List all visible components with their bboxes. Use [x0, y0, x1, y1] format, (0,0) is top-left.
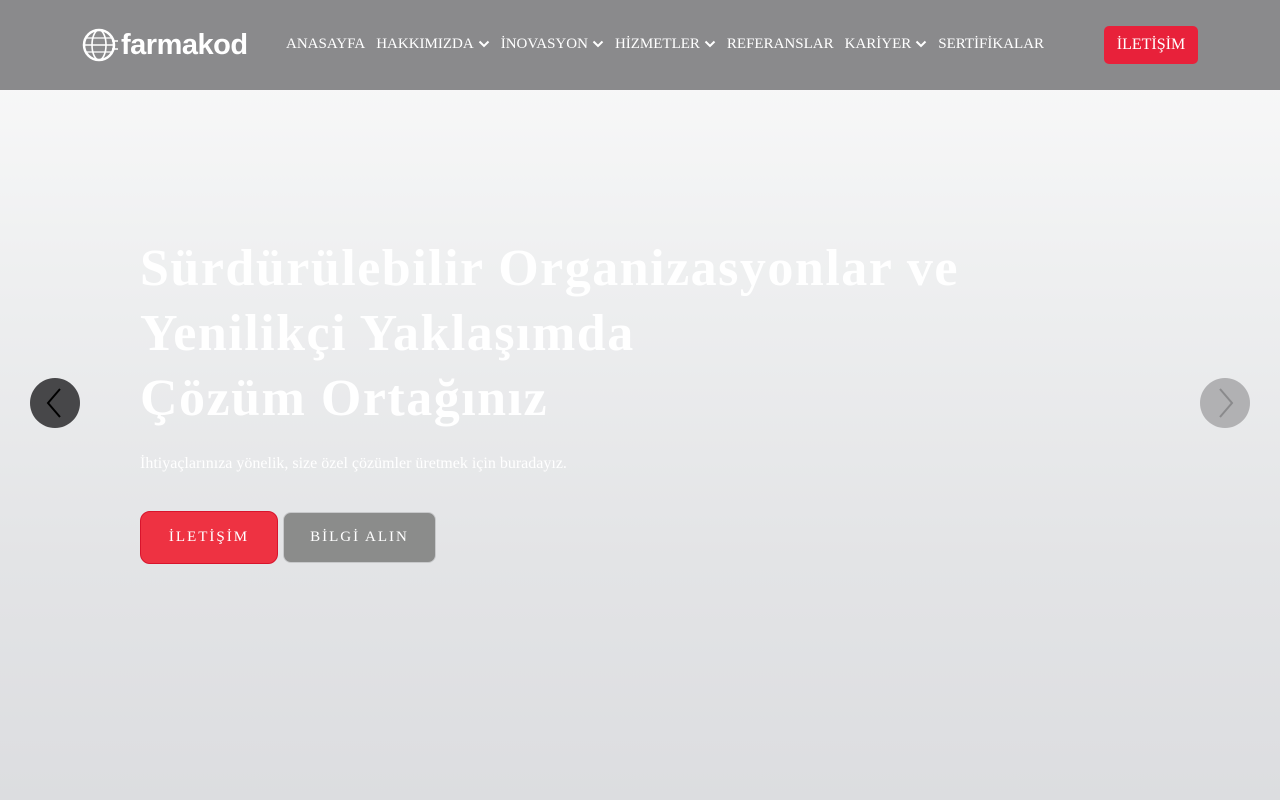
- chevron-down-icon: [478, 40, 489, 48]
- nav-item-label: HİZMETLER: [614, 36, 700, 52]
- chevron-right-icon: [1219, 388, 1234, 418]
- carousel-prev-button[interactable]: [30, 378, 80, 428]
- chevron-left-icon: [46, 388, 61, 418]
- hero-title: Sürdürülebilir Organizasyonlar ve Yenili…: [140, 236, 1040, 431]
- nav-item-label: SERTİFİKALAR: [938, 36, 1045, 52]
- chevron-down-icon: [592, 40, 604, 48]
- header-contact-button[interactable]: İLETİŞİM: [1104, 26, 1198, 64]
- nav-item-anasayfa[interactable]: ANASAYFA: [286, 34, 365, 54]
- logo-globe-icon: [82, 28, 118, 62]
- main-nav: ANASAYFA HAKKIMIZDA İNOVASYON HİZMETLER …: [286, 34, 1044, 54]
- logo-text: farmakod: [121, 29, 248, 61]
- nav-item-label: REFERANSLAR: [726, 36, 834, 52]
- site-header: farmakod ANASAYFA HAKKIMIZDA İNOVASYON H…: [0, 0, 1280, 90]
- chevron-down-icon: [704, 40, 716, 48]
- nav-item-label: KARİYER: [844, 36, 912, 52]
- nav-item-label: ANASAYFA: [286, 36, 366, 52]
- hero-title-line: Sürdürülebilir Organizasyonlar ve: [140, 240, 959, 297]
- chevron-down-icon: [916, 40, 927, 48]
- hero-subtitle: İhtiyaçlarınıza yönelik, size özel çözüm…: [140, 455, 567, 472]
- hero-title-line: Yenilikçi Yaklaşımda: [140, 305, 635, 362]
- nav-item-sertifikalar[interactable]: SERTİFİKALAR: [938, 34, 1044, 54]
- nav-item-hakkimizda[interactable]: HAKKIMIZDA: [376, 34, 490, 54]
- nav-item-hizmetler[interactable]: HİZMETLER: [615, 34, 716, 54]
- nav-item-kariyer[interactable]: KARİYER: [845, 34, 928, 54]
- hero-contact-button[interactable]: İLETİŞİM: [140, 511, 278, 564]
- nav-item-inovasyon[interactable]: İNOVASYON: [501, 34, 604, 54]
- nav-item-referanslar[interactable]: REFERANSLAR: [727, 34, 834, 54]
- hero-title-line: Çözüm Ortağınız: [140, 370, 549, 427]
- hero-info-button[interactable]: BİLGİ ALIN: [283, 512, 436, 563]
- nav-item-label: İNOVASYON: [500, 36, 588, 52]
- farmakod-logo[interactable]: farmakod: [82, 28, 248, 62]
- carousel-next-button[interactable]: [1200, 378, 1250, 428]
- nav-item-label: HAKKIMIZDA: [376, 36, 474, 52]
